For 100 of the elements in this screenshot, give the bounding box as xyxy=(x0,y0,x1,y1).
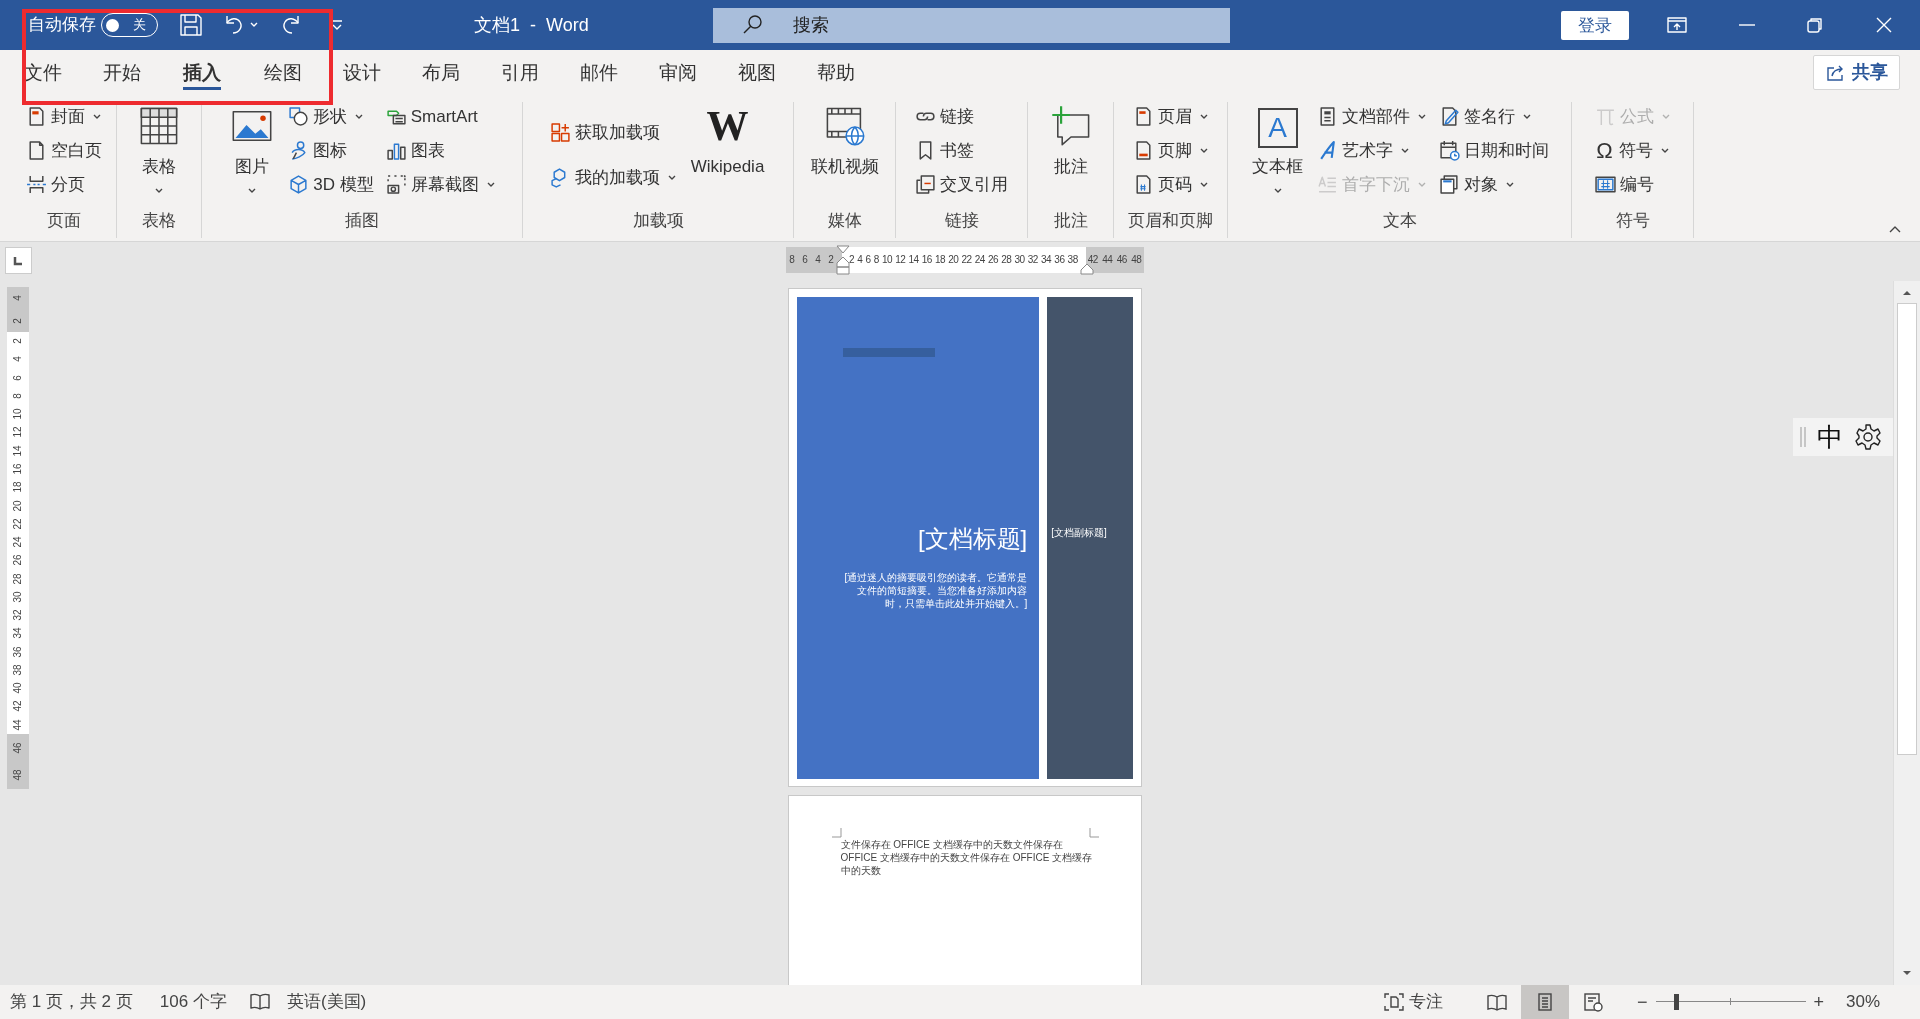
ribbon-button[interactable]: 形状 xyxy=(286,102,376,131)
ribbon-tab[interactable]: 插入 xyxy=(183,56,221,90)
ribbon-button[interactable]: 链接 xyxy=(913,102,1010,131)
restore-icon[interactable] xyxy=(1806,16,1824,34)
scroll-thumb[interactable] xyxy=(1897,303,1917,755)
ribbon-tab[interactable]: 帮助 xyxy=(796,50,875,96)
ribbon-button[interactable]: 3D 模型 xyxy=(286,170,376,199)
group-label: 批注 xyxy=(1052,210,1089,232)
ribbon-button[interactable]: 表格 xyxy=(133,102,185,196)
zoom-in-button[interactable]: + xyxy=(1813,988,1825,1016)
tab-selector[interactable] xyxy=(4,247,32,274)
pi-icon xyxy=(1594,106,1616,127)
ribbon-button[interactable]: 联机视频 xyxy=(806,102,883,180)
cross-reference-icon xyxy=(915,174,936,195)
vertical-ruler: 46 48 xyxy=(7,734,29,789)
ribbon-button[interactable]: 图标 xyxy=(286,136,376,165)
vertical-ruler: 2 4 6 8 10 12 14 16 18 20 22 24 26 28 30 32 34 36 38 40 42 44 xyxy=(7,332,29,734)
ribbon-tab[interactable]: 布局 xyxy=(401,50,480,96)
autosave-label: 自动保存 xyxy=(28,14,96,37)
zoom-out-button[interactable]: − xyxy=(1637,988,1648,1016)
word-count[interactable]: 106 个字 xyxy=(159,989,227,1015)
ribbon-tab[interactable]: 引用 xyxy=(480,50,559,96)
book-check-icon[interactable] xyxy=(248,992,271,1012)
document-subtitle: [文档副标题] xyxy=(1051,526,1108,540)
focus-icon xyxy=(1383,992,1405,1012)
ribbon-button[interactable]: SmartArt xyxy=(383,102,498,131)
settings-icon[interactable] xyxy=(1853,422,1883,452)
sign-in-button[interactable]: 登录 xyxy=(1561,11,1629,40)
numbering-icon xyxy=(1594,174,1616,195)
ribbon-button[interactable]: 页码 xyxy=(1130,170,1211,199)
ribbon-tab[interactable]: 设计 xyxy=(322,50,401,96)
ribbon-button[interactable]: Ω 符号 xyxy=(1592,136,1673,165)
margin-mark-icon xyxy=(831,828,842,838)
ribbon-button[interactable]: 日期和时间 xyxy=(1437,136,1551,165)
ribbon-button[interactable]: 编号 xyxy=(1592,170,1673,199)
margin-mark-icon xyxy=(1088,828,1099,838)
ribbon-button[interactable]: 页脚 xyxy=(1130,136,1211,165)
page-break-icon xyxy=(26,174,47,195)
print-layout-button[interactable] xyxy=(1521,985,1569,1019)
signature-line-icon xyxy=(1439,106,1460,127)
group-label: 加载项 xyxy=(631,210,685,232)
ribbon-button[interactable]: 批注 xyxy=(1044,102,1097,180)
group-label: 媒体 xyxy=(826,210,863,232)
ribbon-button[interactable]: 屏幕截图 xyxy=(383,170,498,199)
read-mode-icon xyxy=(1486,992,1508,1012)
ribbon-tab[interactable]: 开始 xyxy=(82,50,161,96)
web-layout-icon xyxy=(1582,992,1604,1012)
customize-icon[interactable] xyxy=(330,18,344,32)
ribbon-button[interactable]: 文档部件 xyxy=(1315,102,1429,131)
ribbon-button[interactable]: 图表 xyxy=(383,136,498,165)
ribbon-button[interactable]: 艺术字 xyxy=(1315,136,1429,165)
group-label: 插图 xyxy=(344,210,380,232)
indent-marker-icon[interactable] xyxy=(835,245,850,275)
focus-button[interactable]: 专注 xyxy=(1383,989,1443,1015)
tab-stop-icon xyxy=(13,255,23,266)
ribbon-button[interactable]: 页眉 xyxy=(1130,102,1211,131)
language-label[interactable]: 英语(美国) xyxy=(286,989,367,1015)
ribbon-button[interactable]: 签名行 xyxy=(1437,102,1551,131)
cube-icon xyxy=(288,174,310,195)
group-label: 表格 xyxy=(141,210,177,232)
drop-cap-icon xyxy=(1317,174,1338,195)
group-label: 页面 xyxy=(46,210,82,232)
share-icon xyxy=(1825,63,1846,82)
collapse-ribbon-icon[interactable] xyxy=(1888,224,1902,234)
vertical-ruler: 4 2 xyxy=(7,287,29,332)
group-label: 链接 xyxy=(943,210,980,232)
ribbon-tab[interactable]: 文件 xyxy=(3,50,82,96)
zoom-slider[interactable] xyxy=(1655,992,1806,1012)
document-title: [文档标题] xyxy=(916,524,1028,554)
share-button[interactable]: 共享 xyxy=(1813,55,1900,90)
ribbon-button[interactable]: 分页 xyxy=(24,170,104,199)
ribbon-button[interactable]: A 文本框 xyxy=(1248,102,1307,196)
close-icon[interactable] xyxy=(1875,16,1893,34)
ribbon-button[interactable]: W Wikipedia xyxy=(686,102,769,180)
zoom-thumb[interactable] xyxy=(1674,994,1680,1010)
page-count[interactable]: 第 1 页，共 2 页 xyxy=(10,989,133,1015)
ribbon-button[interactable]: 封面 xyxy=(24,102,104,131)
zoom-percentage[interactable]: 30% xyxy=(1846,989,1881,1015)
ribbon-button[interactable]: 空白页 xyxy=(24,136,104,165)
drag-handle-icon[interactable] xyxy=(1799,425,1807,449)
ribbon-button[interactable]: 我的加载项 xyxy=(547,163,679,192)
input-mode-button[interactable]: 中 xyxy=(1817,417,1843,457)
ribbon-button[interactable]: 图片 xyxy=(226,102,279,196)
text-box-icon: A xyxy=(1257,108,1298,148)
ribbon-button[interactable]: 交叉引用 xyxy=(913,170,1010,199)
omega-icon: Ω xyxy=(1594,139,1615,162)
save-icon[interactable] xyxy=(178,12,204,38)
indent-marker-icon[interactable] xyxy=(1079,263,1094,275)
ribbon-display-icon[interactable] xyxy=(1666,15,1688,35)
ribbon-tab[interactable]: 绘图 xyxy=(243,50,322,96)
search-field[interactable]: 搜索 xyxy=(713,8,1230,43)
ribbon-tab[interactable]: 审阅 xyxy=(638,50,717,96)
ribbon-button[interactable]: 获取加载项 xyxy=(547,118,679,147)
ribbon-button[interactable]: 对象 xyxy=(1437,170,1551,199)
ribbon-tab[interactable]: 视图 xyxy=(717,50,796,96)
ribbon-button[interactable]: 书签 xyxy=(913,136,1010,165)
shapes-icon xyxy=(288,106,310,127)
group-label: 页眉和页脚 xyxy=(1127,210,1214,232)
ribbon-tab[interactable]: 邮件 xyxy=(559,50,638,96)
cover-page-icon xyxy=(26,106,47,127)
